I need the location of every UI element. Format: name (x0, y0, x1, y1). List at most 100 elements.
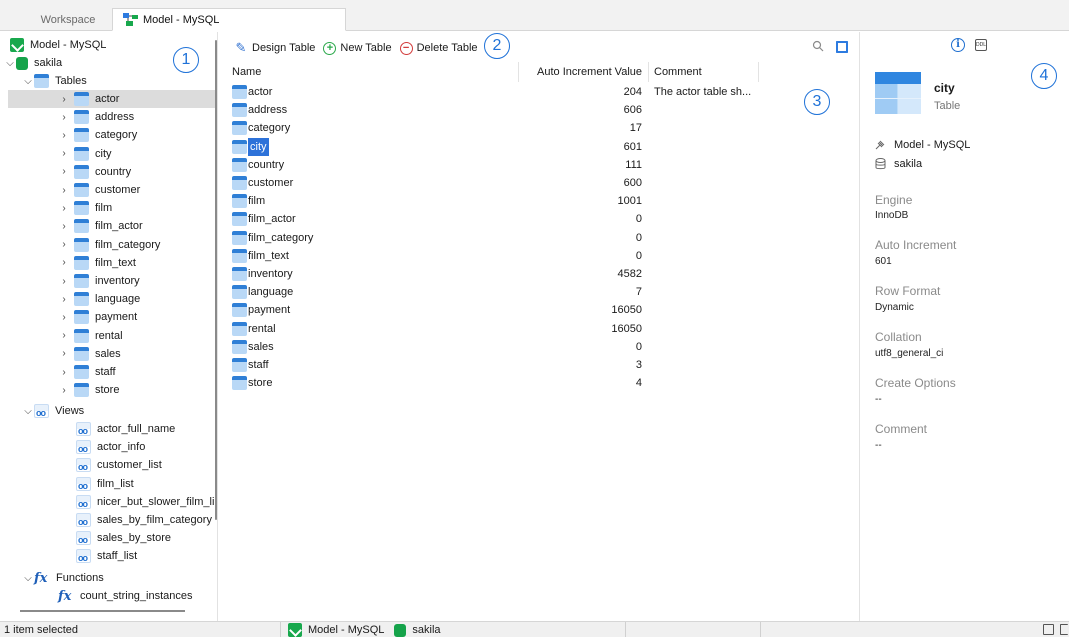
chevron-right-icon[interactable]: › (58, 330, 70, 341)
tree-table-item[interactable]: › staff (58, 363, 116, 381)
view-icon (76, 440, 91, 455)
chevron-right-icon[interactable]: › (58, 294, 70, 305)
tree-functions-group[interactable]: ⌵ fx Functions (22, 569, 104, 587)
tree-vertical-scrollbar[interactable] (215, 40, 217, 520)
table-row[interactable]: rental 16050 (228, 320, 858, 338)
table-icon (74, 292, 89, 307)
tree-view-item[interactable]: staff_list (76, 547, 137, 565)
tree-view-item[interactable]: film_list (76, 475, 134, 493)
column-header-auto-increment[interactable]: Auto Increment Value (518, 62, 642, 82)
tree-view-item[interactable]: actor_info (76, 438, 145, 456)
table-row[interactable]: staff 3 (228, 356, 858, 374)
search-icon[interactable] (812, 40, 826, 54)
tree-views-group[interactable]: ⌵ Views (22, 402, 84, 420)
table-row[interactable]: actor 204 The actor table sh... (228, 83, 858, 101)
tree-function-item[interactable]: fx count_string_instances (58, 587, 193, 605)
delete-table-button[interactable]: − Delete Table (399, 41, 478, 55)
chevron-right-icon[interactable]: › (58, 348, 70, 359)
chevron-down-icon[interactable]: ⌵ (22, 76, 34, 87)
table-icon (74, 92, 89, 106)
chevron-down-icon[interactable]: ⌵ (22, 573, 34, 584)
table-row[interactable]: customer 600 (228, 174, 858, 192)
tree-view-item[interactable]: actor_full_name (76, 420, 175, 438)
tree-table-item[interactable]: › inventory (58, 272, 140, 290)
chevron-right-icon[interactable]: › (58, 112, 70, 123)
table-row[interactable]: film_actor 0 (228, 210, 858, 228)
chevron-right-icon[interactable]: › (58, 312, 70, 323)
table-row-name: film_category (248, 231, 314, 244)
column-header-name[interactable]: Name (232, 62, 261, 82)
table-row-name: address (248, 104, 288, 117)
chevron-right-icon[interactable]: › (58, 185, 70, 196)
tree-table-item[interactable]: › actor (8, 90, 217, 108)
chevron-right-icon[interactable]: › (58, 203, 70, 214)
tree-table-item[interactable]: › payment (58, 308, 137, 326)
ddl-icon[interactable]: DDL (975, 39, 987, 51)
detail-view-icon[interactable] (1060, 624, 1068, 635)
tree-view-item[interactable]: nicer_but_slower_film_li (76, 493, 214, 511)
table-row[interactable]: country 111 (228, 156, 858, 174)
chevron-right-icon[interactable]: › (58, 239, 70, 250)
table-row-auto-increment: 0 (635, 213, 642, 226)
tree-view-label: customer_list (97, 459, 162, 472)
new-table-button[interactable]: + New Table (323, 41, 392, 55)
list-view-icon[interactable] (1043, 624, 1054, 635)
table-row[interactable]: payment 16050 (228, 301, 858, 319)
tab-workspace[interactable]: Workspace (24, 8, 112, 31)
tree-horizontal-scrollbar[interactable] (20, 610, 185, 612)
tree-view-item[interactable]: customer_list (76, 456, 162, 474)
chevron-right-icon[interactable]: › (58, 166, 70, 177)
tree-model-node[interactable]: Model - MySQL (10, 36, 106, 54)
tree-table-item[interactable]: › sales (58, 345, 121, 363)
new-table-label: New Table (340, 42, 392, 54)
table-row[interactable]: inventory 4582 (228, 265, 858, 283)
chevron-right-icon[interactable]: › (58, 276, 70, 287)
table-row[interactable]: film_category 0 (228, 229, 858, 247)
chevron-right-icon[interactable]: › (58, 385, 70, 396)
tree-table-label: language (95, 293, 141, 306)
tree-table-item[interactable]: › city (58, 145, 112, 163)
fullscreen-icon[interactable] (836, 41, 848, 53)
table-row[interactable]: language 7 (228, 283, 858, 301)
design-table-button[interactable]: ✎ Design Table (234, 41, 316, 55)
tree-table-item[interactable]: › film_text (58, 254, 136, 272)
tree-table-item[interactable]: › language (58, 290, 140, 308)
tree-table-item[interactable]: › store (58, 381, 119, 399)
table-row[interactable]: category 17 (228, 119, 858, 137)
tree-table-item[interactable]: › film (58, 199, 112, 217)
connection-plug-icon (874, 139, 886, 151)
chevron-right-icon[interactable]: › (58, 130, 70, 141)
tree-view-item[interactable]: sales_by_store (76, 529, 171, 547)
table-row[interactable]: film 1001 (228, 192, 858, 210)
table-row[interactable]: city 601 (228, 137, 858, 156)
table-row[interactable]: store 4 (228, 374, 858, 392)
tree-table-item[interactable]: › customer (58, 181, 140, 199)
table-row[interactable]: address 606 (228, 101, 858, 119)
table-row[interactable]: film_text 0 (228, 247, 858, 265)
column-divider[interactable] (648, 62, 649, 82)
chevron-right-icon[interactable]: › (58, 257, 70, 268)
tree-table-item[interactable]: › address (58, 108, 134, 126)
table-row-auto-increment: 0 (635, 249, 642, 262)
tree-table-item[interactable]: › rental (58, 327, 123, 345)
chevron-right-icon[interactable]: › (58, 94, 70, 105)
column-header-comment[interactable]: Comment (654, 62, 702, 82)
chevron-down-icon[interactable]: ⌵ (22, 406, 34, 417)
tree-view-item[interactable]: sales_by_film_category (76, 511, 212, 529)
chevron-right-icon[interactable]: › (58, 367, 70, 378)
chevron-right-icon[interactable]: › (58, 148, 70, 159)
chevron-down-icon[interactable]: ⌵ (4, 58, 16, 69)
tree-database-node[interactable]: ⌵ sakila (4, 54, 62, 72)
info-icon[interactable]: i (951, 38, 965, 52)
chevron-right-icon[interactable]: › (58, 221, 70, 232)
column-divider[interactable] (758, 62, 759, 82)
tree-table-item[interactable]: › country (58, 163, 131, 181)
table-row-name: language (248, 286, 294, 299)
tab-model-mysql[interactable]: Model - MySQL (112, 8, 346, 31)
tree-table-item[interactable]: › film_actor (58, 217, 143, 235)
table-row[interactable]: sales 0 (228, 338, 858, 356)
table-row-auto-increment: 17 (629, 122, 642, 135)
tree-table-item[interactable]: › film_category (58, 236, 160, 254)
tree-table-item[interactable]: › category (58, 126, 137, 144)
tree-tables-group[interactable]: ⌵ Tables (22, 72, 87, 90)
